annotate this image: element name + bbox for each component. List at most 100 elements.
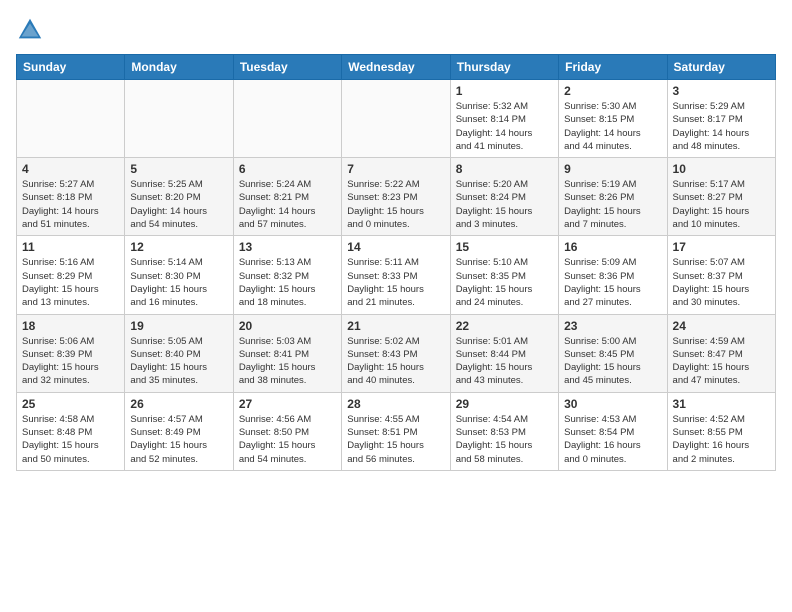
- header-tuesday: Tuesday: [233, 55, 341, 80]
- day-number: 21: [347, 319, 444, 333]
- day-number: 23: [564, 319, 661, 333]
- calendar-cell: 19 Sunrise: 5:05 AMSunset: 8:40 PMDayligh…: [125, 314, 233, 392]
- day-number: 9: [564, 162, 661, 176]
- calendar-cell: 30 Sunrise: 4:53 AMSunset: 8:54 PMDayligh…: [559, 392, 667, 470]
- header-sunday: Sunday: [17, 55, 125, 80]
- calendar-cell: 16 Sunrise: 5:09 AMSunset: 8:36 PMDayligh…: [559, 236, 667, 314]
- day-info: Sunrise: 4:55 AMSunset: 8:51 PMDaylight:…: [347, 413, 444, 466]
- calendar-cell: 18 Sunrise: 5:06 AMSunset: 8:39 PMDayligh…: [17, 314, 125, 392]
- day-info: Sunrise: 5:16 AMSunset: 8:29 PMDaylight:…: [22, 256, 119, 309]
- day-info: Sunrise: 4:52 AMSunset: 8:55 PMDaylight:…: [673, 413, 770, 466]
- calendar-cell: 24 Sunrise: 4:59 AMSunset: 8:47 PMDayligh…: [667, 314, 775, 392]
- header-thursday: Thursday: [450, 55, 558, 80]
- day-number: 24: [673, 319, 770, 333]
- calendar-cell: 2 Sunrise: 5:30 AMSunset: 8:15 PMDaylight…: [559, 80, 667, 158]
- page-header: [16, 16, 776, 44]
- day-info: Sunrise: 5:20 AMSunset: 8:24 PMDaylight:…: [456, 178, 553, 231]
- calendar-cell: 5 Sunrise: 5:25 AMSunset: 8:20 PMDaylight…: [125, 158, 233, 236]
- day-info: Sunrise: 5:09 AMSunset: 8:36 PMDaylight:…: [564, 256, 661, 309]
- day-info: Sunrise: 4:56 AMSunset: 8:50 PMDaylight:…: [239, 413, 336, 466]
- day-number: 22: [456, 319, 553, 333]
- calendar-cell: 8 Sunrise: 5:20 AMSunset: 8:24 PMDaylight…: [450, 158, 558, 236]
- day-info: Sunrise: 4:59 AMSunset: 8:47 PMDaylight:…: [673, 335, 770, 388]
- day-info: Sunrise: 5:32 AMSunset: 8:14 PMDaylight:…: [456, 100, 553, 153]
- day-number: 27: [239, 397, 336, 411]
- calendar-cell: 21 Sunrise: 5:02 AMSunset: 8:43 PMDayligh…: [342, 314, 450, 392]
- day-number: 18: [22, 319, 119, 333]
- day-info: Sunrise: 5:07 AMSunset: 8:37 PMDaylight:…: [673, 256, 770, 309]
- day-number: 28: [347, 397, 444, 411]
- calendar-header-row: SundayMondayTuesdayWednesdayThursdayFrid…: [17, 55, 776, 80]
- day-number: 25: [22, 397, 119, 411]
- day-info: Sunrise: 5:27 AMSunset: 8:18 PMDaylight:…: [22, 178, 119, 231]
- day-info: Sunrise: 5:10 AMSunset: 8:35 PMDaylight:…: [456, 256, 553, 309]
- logo: [16, 16, 48, 44]
- day-number: 30: [564, 397, 661, 411]
- day-info: Sunrise: 5:13 AMSunset: 8:32 PMDaylight:…: [239, 256, 336, 309]
- day-info: Sunrise: 5:05 AMSunset: 8:40 PMDaylight:…: [130, 335, 227, 388]
- calendar-cell: 11 Sunrise: 5:16 AMSunset: 8:29 PMDayligh…: [17, 236, 125, 314]
- day-info: Sunrise: 5:25 AMSunset: 8:20 PMDaylight:…: [130, 178, 227, 231]
- calendar-cell: 29 Sunrise: 4:54 AMSunset: 8:53 PMDayligh…: [450, 392, 558, 470]
- calendar-cell: 15 Sunrise: 5:10 AMSunset: 8:35 PMDayligh…: [450, 236, 558, 314]
- calendar-cell: 20 Sunrise: 5:03 AMSunset: 8:41 PMDayligh…: [233, 314, 341, 392]
- calendar-cell: 14 Sunrise: 5:11 AMSunset: 8:33 PMDayligh…: [342, 236, 450, 314]
- calendar-cell: 31 Sunrise: 4:52 AMSunset: 8:55 PMDayligh…: [667, 392, 775, 470]
- header-monday: Monday: [125, 55, 233, 80]
- calendar-week-5: 25 Sunrise: 4:58 AMSunset: 8:48 PMDayligh…: [17, 392, 776, 470]
- day-number: 10: [673, 162, 770, 176]
- calendar-table: SundayMondayTuesdayWednesdayThursdayFrid…: [16, 54, 776, 471]
- calendar-week-4: 18 Sunrise: 5:06 AMSunset: 8:39 PMDayligh…: [17, 314, 776, 392]
- calendar-cell: 10 Sunrise: 5:17 AMSunset: 8:27 PMDayligh…: [667, 158, 775, 236]
- day-number: 31: [673, 397, 770, 411]
- day-info: Sunrise: 5:19 AMSunset: 8:26 PMDaylight:…: [564, 178, 661, 231]
- day-info: Sunrise: 5:02 AMSunset: 8:43 PMDaylight:…: [347, 335, 444, 388]
- header-wednesday: Wednesday: [342, 55, 450, 80]
- day-info: Sunrise: 5:01 AMSunset: 8:44 PMDaylight:…: [456, 335, 553, 388]
- day-info: Sunrise: 5:00 AMSunset: 8:45 PMDaylight:…: [564, 335, 661, 388]
- day-number: 3: [673, 84, 770, 98]
- day-info: Sunrise: 4:58 AMSunset: 8:48 PMDaylight:…: [22, 413, 119, 466]
- day-number: 4: [22, 162, 119, 176]
- logo-icon: [16, 16, 44, 44]
- calendar-cell: 13Sunrise: 5:13 AMSunset: 8:32 PMDayligh…: [233, 236, 341, 314]
- calendar-cell: 1Sunrise: 5:32 AMSunset: 8:14 PMDaylight…: [450, 80, 558, 158]
- day-info: Sunrise: 5:11 AMSunset: 8:33 PMDaylight:…: [347, 256, 444, 309]
- day-number: 8: [456, 162, 553, 176]
- day-number: 5: [130, 162, 227, 176]
- calendar-cell: 25 Sunrise: 4:58 AMSunset: 8:48 PMDayligh…: [17, 392, 125, 470]
- day-number: 29: [456, 397, 553, 411]
- day-info: Sunrise: 5:17 AMSunset: 8:27 PMDaylight:…: [673, 178, 770, 231]
- day-info: Sunrise: 4:57 AMSunset: 8:49 PMDaylight:…: [130, 413, 227, 466]
- day-info: Sunrise: 5:06 AMSunset: 8:39 PMDaylight:…: [22, 335, 119, 388]
- calendar-cell: 6 Sunrise: 5:24 AMSunset: 8:21 PMDaylight…: [233, 158, 341, 236]
- day-info: Sunrise: 5:03 AMSunset: 8:41 PMDaylight:…: [239, 335, 336, 388]
- day-info: Sunrise: 5:14 AMSunset: 8:30 PMDaylight:…: [130, 256, 227, 309]
- day-number: 7: [347, 162, 444, 176]
- day-number: 26: [130, 397, 227, 411]
- day-number: 16: [564, 240, 661, 254]
- calendar-cell: 9 Sunrise: 5:19 AMSunset: 8:26 PMDaylight…: [559, 158, 667, 236]
- calendar-cell: [342, 80, 450, 158]
- day-info: Sunrise: 5:24 AMSunset: 8:21 PMDaylight:…: [239, 178, 336, 231]
- calendar-cell: 26 Sunrise: 4:57 AMSunset: 8:49 PMDayligh…: [125, 392, 233, 470]
- day-info: Sunrise: 5:22 AMSunset: 8:23 PMDaylight:…: [347, 178, 444, 231]
- calendar-cell: 23 Sunrise: 5:00 AMSunset: 8:45 PMDayligh…: [559, 314, 667, 392]
- day-number: 11: [22, 240, 119, 254]
- day-number: 20: [239, 319, 336, 333]
- day-number: 2: [564, 84, 661, 98]
- day-number: 19: [130, 319, 227, 333]
- calendar-cell: 7 Sunrise: 5:22 AMSunset: 8:23 PMDaylight…: [342, 158, 450, 236]
- calendar-cell: 17Sunrise: 5:07 AMSunset: 8:37 PMDayligh…: [667, 236, 775, 314]
- day-number: 6: [239, 162, 336, 176]
- calendar-cell: 27 Sunrise: 4:56 AMSunset: 8:50 PMDayligh…: [233, 392, 341, 470]
- day-info: Sunrise: 4:54 AMSunset: 8:53 PMDaylight:…: [456, 413, 553, 466]
- calendar-week-2: 4 Sunrise: 5:27 AMSunset: 8:18 PMDaylight…: [17, 158, 776, 236]
- calendar-week-1: 1Sunrise: 5:32 AMSunset: 8:14 PMDaylight…: [17, 80, 776, 158]
- day-number: 14: [347, 240, 444, 254]
- calendar-week-3: 11 Sunrise: 5:16 AMSunset: 8:29 PMDayligh…: [17, 236, 776, 314]
- day-number: 15: [456, 240, 553, 254]
- day-number: 12: [130, 240, 227, 254]
- day-info: Sunrise: 5:30 AMSunset: 8:15 PMDaylight:…: [564, 100, 661, 153]
- day-info: Sunrise: 4:53 AMSunset: 8:54 PMDaylight:…: [564, 413, 661, 466]
